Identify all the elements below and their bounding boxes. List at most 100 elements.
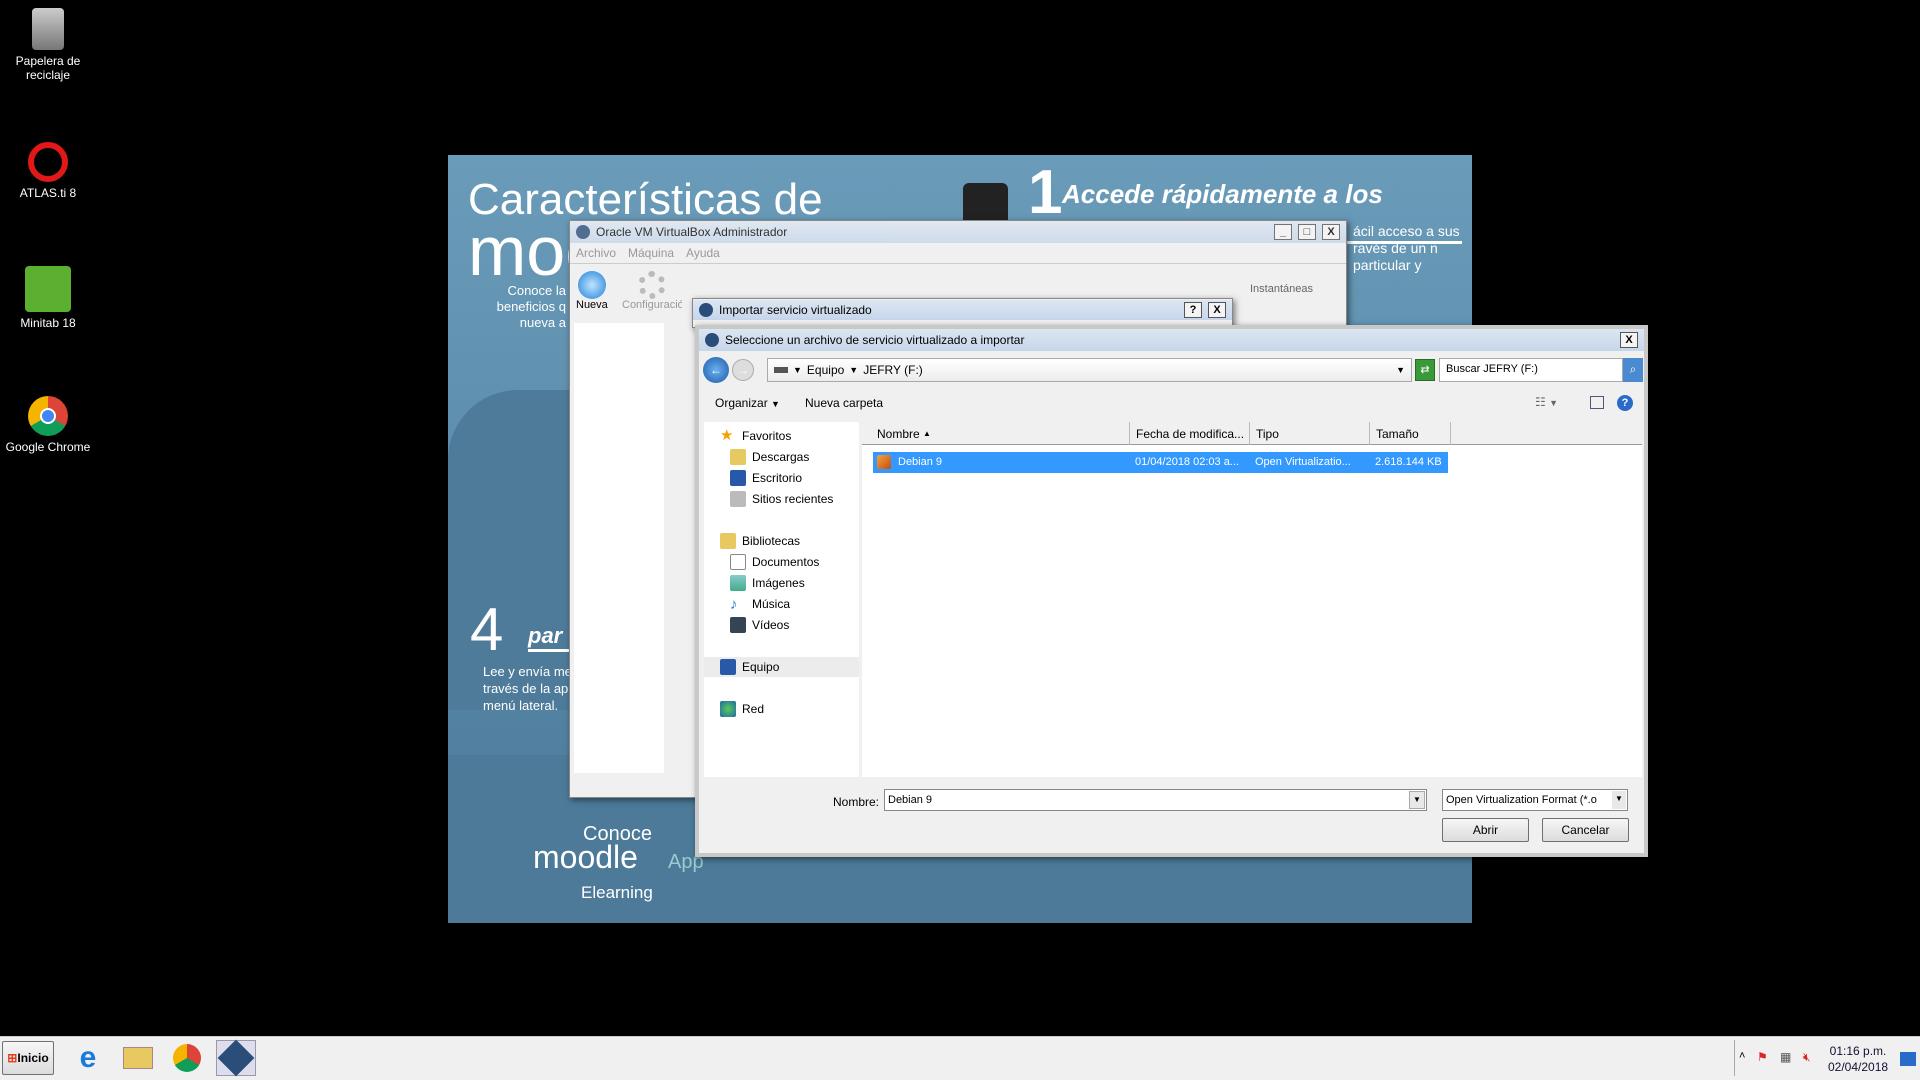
column-nombre[interactable]: Nombre ▲ xyxy=(862,422,1130,445)
gear-icon xyxy=(638,271,666,299)
new-folder-button[interactable]: Nueva carpeta xyxy=(805,396,883,410)
open-button[interactable]: Abrir xyxy=(1442,818,1529,842)
nav-red[interactable]: Red xyxy=(704,699,859,719)
taskbar-internet-explorer[interactable]: e xyxy=(68,1040,108,1076)
windows-logo-icon: ⊞ xyxy=(7,1051,18,1065)
file-type: Open Virtualizatio... xyxy=(1255,456,1351,468)
configuracion-button[interactable]: Configuració xyxy=(622,271,682,311)
nav-videos[interactable]: Vídeos xyxy=(704,615,859,635)
computer-icon xyxy=(720,659,736,675)
icon-label: Papelera de reciclaje xyxy=(15,54,81,82)
dialog-title: Seleccione un archivo de servicio virtua… xyxy=(725,333,1025,347)
desktop-icon-chrome[interactable]: Google Chrome xyxy=(0,396,96,454)
table-row[interactable]: Debian 9 01/04/2018 02:03 a... Open Virt… xyxy=(873,452,1448,473)
clock[interactable]: 01:16 p.m. 02/04/2018 xyxy=(1828,1043,1888,1075)
taskbar-file-explorer[interactable] xyxy=(118,1040,158,1076)
vm-list[interactable] xyxy=(574,323,664,773)
minitab-icon xyxy=(25,266,71,312)
breadcrumb-equipo[interactable]: Equipo xyxy=(807,363,844,377)
close-button[interactable]: X xyxy=(1208,302,1226,318)
show-desktop-icon[interactable] xyxy=(1900,1052,1916,1066)
virtualbox-icon xyxy=(576,225,590,239)
new-icon xyxy=(577,271,606,299)
libraries-icon xyxy=(720,533,736,549)
nav-bibliotecas[interactable]: Bibliotecas xyxy=(704,531,859,551)
virtualbox-icon xyxy=(217,1039,255,1077)
wallpaper-subtitle: Conoce la beneficios q nueva a xyxy=(496,283,566,330)
pictures-icon xyxy=(730,575,746,591)
preview-pane-icon[interactable] xyxy=(1590,396,1604,409)
close-button[interactable]: X xyxy=(1322,224,1340,240)
column-fecha[interactable]: Fecha de modifica... xyxy=(1130,422,1250,445)
desktop-icon-atlas[interactable]: ATLAS.ti 8 xyxy=(0,142,96,200)
organize-button[interactable]: Organizar ▼ xyxy=(715,396,780,410)
breadcrumb-drive[interactable]: JEFRY (F:) xyxy=(863,363,923,377)
nav-musica[interactable]: ♪ Música xyxy=(704,594,859,614)
file-name: Debian 9 xyxy=(898,456,943,468)
icon-label: ATLAS.ti 8 xyxy=(19,186,77,200)
column-tamano[interactable]: Tamaño xyxy=(1370,422,1451,445)
drive-icon xyxy=(774,367,788,373)
nav-imagenes[interactable]: Imágenes xyxy=(704,573,859,593)
navigation-pane: ★ Favoritos Descargas Escritorio Sitios r… xyxy=(704,422,859,777)
desktop-icon-recycle-bin[interactable]: Papelera de reciclaje xyxy=(0,8,96,82)
recycle-bin-icon xyxy=(32,8,64,50)
refresh-button[interactable]: ⇄ xyxy=(1415,359,1435,381)
search-icon[interactable]: ⌕ xyxy=(1623,358,1643,382)
forward-button[interactable]: → xyxy=(732,359,754,381)
help-icon[interactable]: ? xyxy=(1617,395,1633,411)
file-date: 01/04/2018 02:03 a... xyxy=(1135,456,1239,468)
nav-descargas[interactable]: Descargas xyxy=(704,447,859,467)
star-icon: ★ xyxy=(720,427,734,444)
file-type-filter[interactable]: Open Virtualization Format (*.o ▼ xyxy=(1442,789,1628,811)
chrome-icon xyxy=(28,396,68,436)
icon-label: Minitab 18 xyxy=(20,316,76,330)
downloads-icon xyxy=(730,449,746,465)
menu-archivo[interactable]: Archivo xyxy=(576,246,616,260)
filename-input[interactable]: Debian 9 ▼ xyxy=(884,789,1427,811)
minimize-button[interactable]: _ xyxy=(1274,224,1292,240)
icon-label: Google Chrome xyxy=(5,440,91,454)
column-tipo[interactable]: Tipo xyxy=(1250,422,1370,445)
file-list: Nombre ▲ Fecha de modifica... Tipo Tamañ… xyxy=(862,422,1642,777)
nueva-button[interactable]: Nueva xyxy=(576,271,608,311)
nav-sitios-recientes[interactable]: Sitios recientes xyxy=(704,489,859,509)
back-button[interactable]: ← xyxy=(703,357,729,383)
file-size: 2.618.144 KB xyxy=(1375,456,1442,468)
filename-label: Nombre: xyxy=(833,795,880,809)
network-status-icon[interactable]: ▦ xyxy=(1780,1050,1791,1064)
import-appliance-dialog: Importar servicio virtualizado ? X xyxy=(692,298,1233,328)
videos-icon xyxy=(730,617,746,633)
close-button[interactable]: X xyxy=(1620,332,1638,348)
menu-ayuda[interactable]: Ayuda xyxy=(686,246,720,260)
filename-dropdown[interactable]: ▼ xyxy=(1409,791,1425,809)
address-dropdown[interactable]: ▼ xyxy=(1396,365,1411,375)
taskbar-virtualbox[interactable] xyxy=(216,1039,256,1077)
desktop-icon-minitab[interactable]: Minitab 18 xyxy=(0,266,96,330)
text-4: Lee y envía me través de la ap menú late… xyxy=(483,664,572,713)
help-button[interactable]: ? xyxy=(1184,302,1202,318)
menu-maquina[interactable]: Máquina xyxy=(628,246,674,260)
virtualbox-icon xyxy=(705,333,719,347)
footer-moodle: moodle xyxy=(533,839,638,875)
taskbar-chrome[interactable] xyxy=(167,1040,207,1076)
volume-muted-icon[interactable]: 🔇︎ xyxy=(1803,1050,1811,1065)
search-input[interactable]: Buscar JEFRY (F:) xyxy=(1439,358,1623,382)
view-options-icon[interactable]: ☷ ▼ xyxy=(1535,395,1558,409)
cancel-button[interactable]: Cancelar xyxy=(1542,818,1629,842)
music-icon: ♪ xyxy=(730,596,738,613)
action-center-icon[interactable]: ⚑ xyxy=(1757,1050,1768,1064)
start-button[interactable]: ⊞ Inicio xyxy=(2,1041,54,1075)
show-hidden-icons[interactable]: ˄ xyxy=(1739,1050,1745,1062)
nav-equipo[interactable]: Equipo xyxy=(704,657,859,677)
nav-escritorio[interactable]: Escritorio xyxy=(704,468,859,488)
footer-brand-logo: Elearning xyxy=(581,883,653,902)
maximize-button[interactable]: □ xyxy=(1298,224,1316,240)
nav-documentos[interactable]: Documentos xyxy=(704,552,859,572)
nav-favorites[interactable]: ★ Favoritos xyxy=(704,426,859,446)
snapshots-tab[interactable]: Instantáneas xyxy=(1250,283,1313,295)
network-icon xyxy=(720,701,736,717)
chevron-down-icon: ▼ xyxy=(1612,791,1626,809)
address-bar[interactable]: ▼ Equipo ▼ JEFRY (F:) ▼ xyxy=(767,358,1412,382)
wallpaper-shape xyxy=(448,390,588,710)
